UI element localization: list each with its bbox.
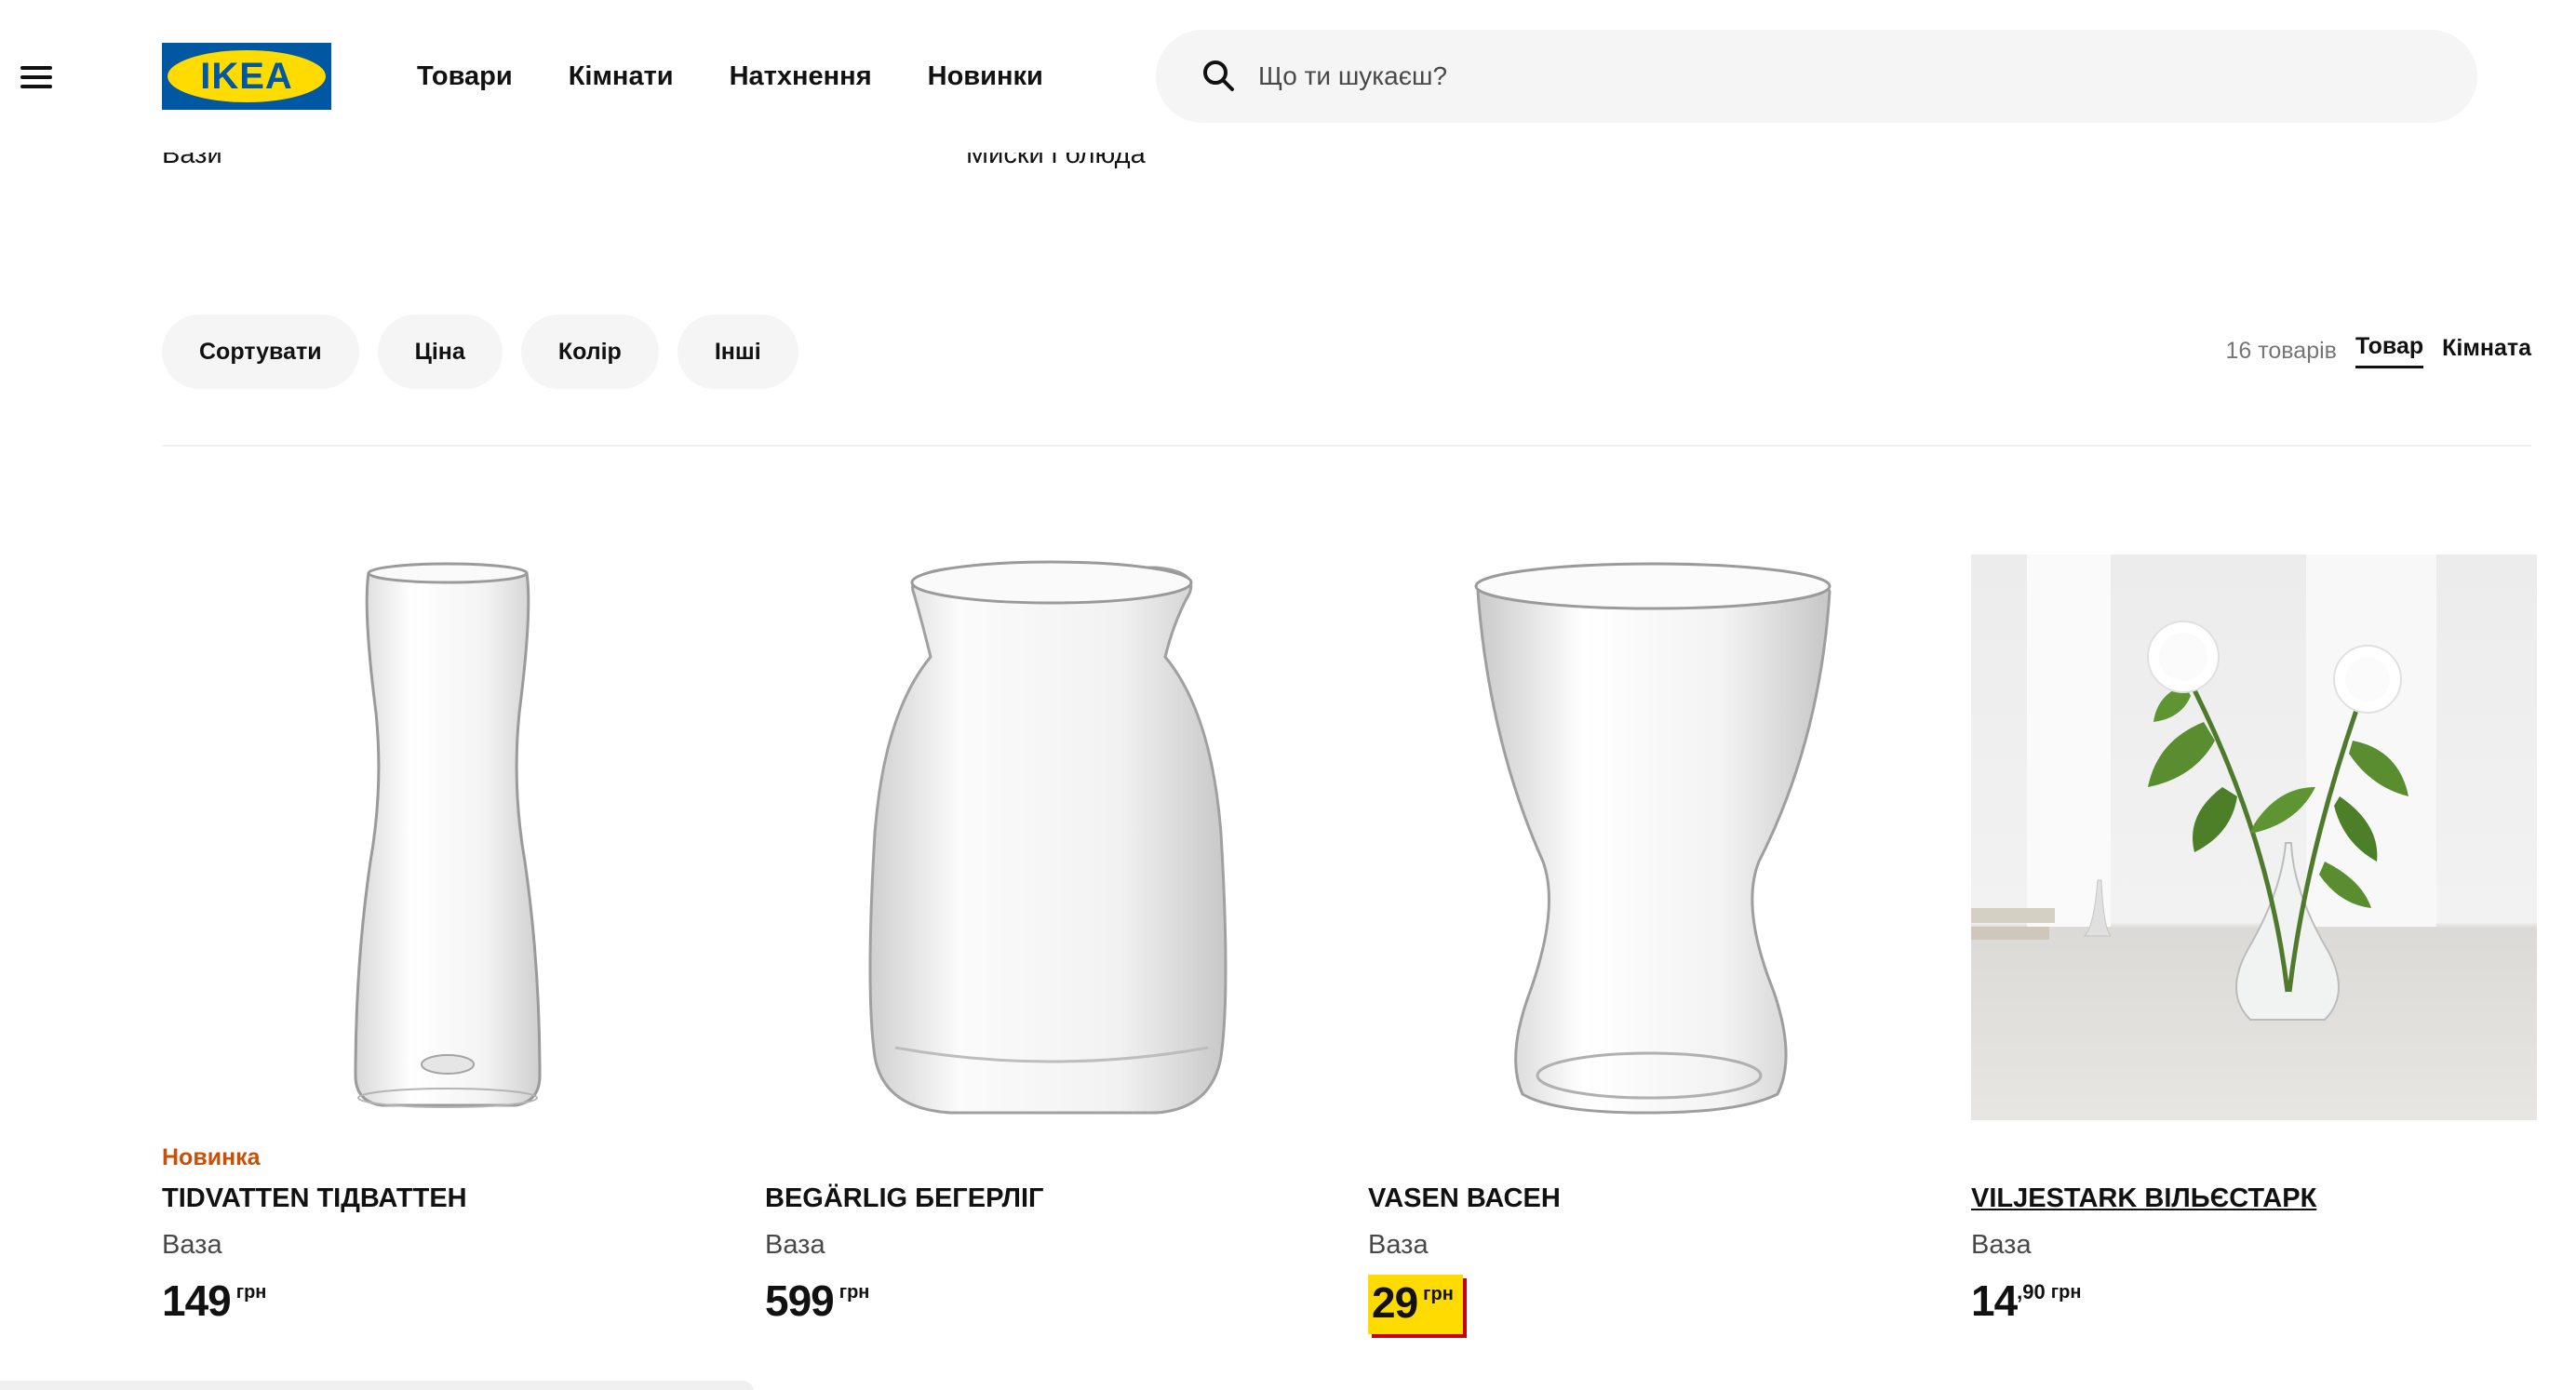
product-image-begarlig[interactable] (765, 555, 1331, 1120)
nav-inspiration[interactable]: Натхнення (730, 56, 872, 97)
product-price: 599 грн (765, 1276, 870, 1325)
product-name[interactable]: VASEN ВАСЕН (1368, 1183, 1561, 1214)
filter-bar: Сортувати Ціна Колір Інші (162, 314, 798, 389)
price-filter-button[interactable]: Ціна (377, 314, 503, 389)
product-type: Ваза (765, 1230, 825, 1260)
sort-button[interactable]: Сортувати (162, 314, 359, 389)
product-type: Ваза (162, 1230, 222, 1260)
product-image-viljestark[interactable] (1971, 555, 2537, 1120)
tab-product-view[interactable]: Товар (2355, 333, 2424, 368)
search-bar[interactable] (1156, 30, 2477, 123)
nav-new[interactable]: Новинки (928, 56, 1043, 97)
product-name[interactable]: VILJESTARK ВІЛЬЄСТАРК (1971, 1183, 2316, 1214)
site-header: IKEA Товари Кімнати Натхнення Новинки (0, 0, 2576, 153)
product-card: Новинка TIDVATTEN ТІДВАТТЕН Ваза 149 грн (162, 555, 728, 1325)
hamburger-menu-button[interactable] (20, 58, 60, 97)
other-filters-button[interactable]: Інші (677, 314, 798, 389)
product-type: Ваза (1971, 1230, 2032, 1260)
product-image-vasen[interactable] (1368, 555, 1934, 1120)
nav-products[interactable]: Товари (417, 56, 513, 97)
product-image-tidvatten[interactable] (162, 555, 728, 1120)
main-nav: Товари Кімнати Натхнення Новинки (417, 56, 1043, 97)
product-type: Ваза (1368, 1230, 1429, 1260)
product-card: VILJESTARK ВІЛЬЄСТАРК Ваза 14 ,90 грн (1971, 555, 2537, 1325)
ikea-logo[interactable]: IKEA (162, 43, 331, 110)
tab-room-view[interactable]: Кімната (2442, 335, 2531, 368)
product-card: BEGÄRLIG БЕГЕРЛІГ Ваза 599 грн (765, 555, 1331, 1325)
product-price-highlighted: 29 грн (1368, 1275, 1463, 1334)
new-badge: Новинка (162, 1144, 261, 1170)
results-view-toggle: 16 товарів Товар Кімната (2225, 333, 2531, 368)
page: Вази Миски і блюда IKEA Товари Кімнати Н… (0, 0, 2576, 1390)
product-name[interactable]: TIDVATTEN ТІДВАТТЕН (162, 1183, 467, 1214)
menu-icon (20, 66, 52, 70)
divider (162, 445, 2531, 447)
results-count: 16 товарів (2225, 337, 2337, 364)
bottom-scrollbar (0, 1381, 754, 1390)
product-price: 14 ,90 грн (1971, 1276, 2082, 1325)
color-filter-button[interactable]: Колір (520, 314, 659, 389)
product-price: 149 грн (162, 1276, 267, 1325)
search-input[interactable] (1256, 60, 2377, 92)
product-name[interactable]: BEGÄRLIG БЕГЕРЛІГ (765, 1183, 1043, 1214)
search-icon (1201, 58, 1238, 95)
product-card: VASEN ВАСЕН Ваза 29 грн (1368, 555, 1934, 1334)
nav-rooms[interactable]: Кімнати (569, 56, 674, 97)
